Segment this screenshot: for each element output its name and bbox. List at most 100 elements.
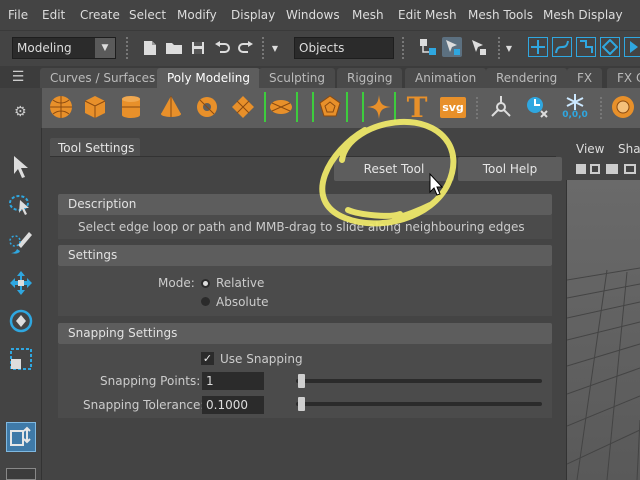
poly-disc-icon[interactable] bbox=[264, 92, 298, 122]
bookmark-icon[interactable] bbox=[590, 164, 600, 174]
separator bbox=[476, 97, 478, 119]
svg-tool-label: svg bbox=[440, 96, 466, 118]
menuset-dropdown[interactable]: Modeling ▼ bbox=[12, 37, 116, 59]
separator bbox=[126, 37, 128, 59]
menu-edit[interactable]: Edit bbox=[42, 8, 65, 22]
snap-curve-icon[interactable] bbox=[552, 37, 572, 57]
text-tool-icon[interactable]: T bbox=[402, 90, 432, 124]
mode-absolute-radio[interactable] bbox=[201, 297, 210, 306]
snap-grid-icon[interactable] bbox=[528, 37, 548, 57]
gear-icon[interactable]: ⚙ bbox=[14, 104, 27, 120]
menu-mesh[interactable]: Mesh bbox=[352, 8, 384, 22]
pivot-tool-icon[interactable] bbox=[486, 92, 516, 122]
lasso-tool-icon[interactable] bbox=[6, 190, 36, 220]
viewport-menu-bar: View Sha bbox=[566, 138, 640, 160]
shelf-side: ⚙ bbox=[0, 88, 42, 128]
menu-mesh-display[interactable]: Mesh Display bbox=[543, 8, 623, 22]
status-line: Modeling ▼ ▼ Objects ▼ bbox=[0, 30, 640, 64]
tab-poly-modeling[interactable]: Poly Modeling bbox=[157, 68, 260, 88]
save-scene-icon[interactable] bbox=[188, 38, 208, 58]
image-plane-icon[interactable] bbox=[606, 164, 618, 174]
poly-torus-icon[interactable] bbox=[192, 92, 222, 122]
text-tool-label: T bbox=[406, 90, 428, 124]
poly-cube-icon[interactable] bbox=[80, 92, 110, 122]
shelf: ⚙ T svg 0,0,0 bbox=[0, 88, 640, 128]
snap-point-icon[interactable] bbox=[576, 37, 596, 57]
snap-live-icon[interactable] bbox=[624, 37, 640, 57]
selection-mode-dropdown[interactable]: Objects bbox=[294, 37, 394, 59]
menu-file[interactable]: File bbox=[8, 8, 28, 22]
use-snapping-checkbox[interactable]: ✓ bbox=[201, 352, 214, 365]
redo-icon[interactable] bbox=[236, 38, 256, 58]
mode-relative-radio[interactable] bbox=[201, 279, 210, 288]
poly-cone-icon[interactable] bbox=[156, 92, 186, 122]
viewport-menu-shading[interactable]: Sha bbox=[618, 142, 640, 156]
scale-tool-icon[interactable] bbox=[6, 344, 36, 374]
snapping-settings-header[interactable]: Snapping Settings bbox=[58, 323, 552, 344]
description-header[interactable]: Description bbox=[58, 194, 552, 215]
grid-icon[interactable] bbox=[624, 164, 636, 174]
chevron-down-icon: ▼ bbox=[95, 38, 115, 58]
separator bbox=[262, 37, 264, 59]
tab-fx[interactable]: FX bbox=[567, 68, 603, 88]
rotate-tool-icon[interactable] bbox=[6, 306, 36, 336]
settings-header[interactable]: Settings bbox=[58, 245, 552, 266]
mode-relative-label: Relative bbox=[216, 276, 265, 290]
super-shape-icon[interactable] bbox=[362, 92, 396, 122]
chevron-down-icon[interactable]: ▼ bbox=[270, 38, 280, 58]
snapping-points-field[interactable]: 1 bbox=[202, 372, 264, 390]
shelf-menu-icon[interactable]: ☰ bbox=[2, 68, 34, 88]
history-delete-icon[interactable] bbox=[522, 92, 552, 122]
chevron-down-icon[interactable]: ▼ bbox=[504, 38, 514, 58]
select-tool-icon[interactable] bbox=[6, 152, 36, 182]
menu-edit-mesh[interactable]: Edit Mesh bbox=[398, 8, 457, 22]
last-tool-icon[interactable] bbox=[6, 468, 36, 480]
tab-tool-settings[interactable]: Tool Settings bbox=[50, 138, 140, 158]
tab-fx-caching[interactable]: FX C bbox=[607, 68, 640, 88]
select-object-icon[interactable] bbox=[442, 37, 462, 57]
freeze-transform-icon[interactable]: 0,0,0 bbox=[560, 92, 590, 122]
menu-select[interactable]: Select bbox=[129, 8, 166, 22]
tab-rigging[interactable]: Rigging bbox=[337, 68, 403, 88]
tab-sculpting[interactable]: Sculpting bbox=[259, 68, 336, 88]
platonic-solid-icon[interactable] bbox=[312, 92, 348, 122]
viewport-scene[interactable] bbox=[567, 180, 640, 480]
snapping-tolerance-slider-handle[interactable] bbox=[298, 397, 306, 411]
separator bbox=[498, 37, 500, 59]
new-scene-icon[interactable] bbox=[140, 38, 160, 58]
reset-tool-button[interactable]: Reset Tool bbox=[334, 157, 454, 181]
combine-icon[interactable] bbox=[608, 92, 638, 122]
snapping-points-slider-handle[interactable] bbox=[298, 374, 306, 388]
snapping-tolerance-field[interactable]: 0.1000 bbox=[202, 396, 264, 414]
open-scene-icon[interactable] bbox=[164, 38, 184, 58]
viewport-toolbar bbox=[566, 160, 640, 180]
camera-icon[interactable] bbox=[576, 164, 586, 174]
menu-mesh-tools[interactable]: Mesh Tools bbox=[468, 8, 533, 22]
slide-edge-tool-icon[interactable] bbox=[6, 422, 36, 452]
snapping-points-slider-track[interactable] bbox=[296, 379, 542, 383]
maya-window: File Edit Create Select Modify Display W… bbox=[0, 0, 640, 480]
poly-sphere-icon[interactable] bbox=[46, 92, 76, 122]
poly-plane-icon[interactable] bbox=[228, 92, 258, 122]
viewport-menu-view[interactable]: View bbox=[576, 142, 604, 156]
undo-icon[interactable] bbox=[212, 38, 232, 58]
poly-cylinder-icon[interactable] bbox=[116, 92, 146, 122]
snap-view-plane-icon[interactable] bbox=[600, 37, 620, 57]
menu-display[interactable]: Display bbox=[231, 8, 275, 22]
tab-animation[interactable]: Animation bbox=[405, 68, 487, 88]
move-tool-icon[interactable] bbox=[6, 268, 36, 298]
select-component-icon[interactable] bbox=[468, 37, 488, 57]
svg-tool-icon[interactable]: svg bbox=[438, 92, 468, 122]
snapping-tolerance-slider-track[interactable] bbox=[296, 402, 542, 406]
menu-windows[interactable]: Windows bbox=[286, 8, 340, 22]
tab-rendering[interactable]: Rendering bbox=[486, 68, 568, 88]
select-hierarchy-icon[interactable] bbox=[418, 37, 438, 57]
paint-select-icon[interactable] bbox=[6, 228, 36, 258]
description-body: Select edge loop or path and MMB-drag to… bbox=[58, 215, 552, 239]
tab-curves-surfaces[interactable]: Curves / Surfaces bbox=[40, 68, 166, 88]
description-text: Select edge loop or path and MMB-drag to… bbox=[78, 220, 525, 234]
mode-absolute-label: Absolute bbox=[216, 295, 269, 309]
menu-create[interactable]: Create bbox=[80, 8, 120, 22]
tool-help-button[interactable]: Tool Help bbox=[458, 157, 562, 181]
menu-modify[interactable]: Modify bbox=[177, 8, 217, 22]
